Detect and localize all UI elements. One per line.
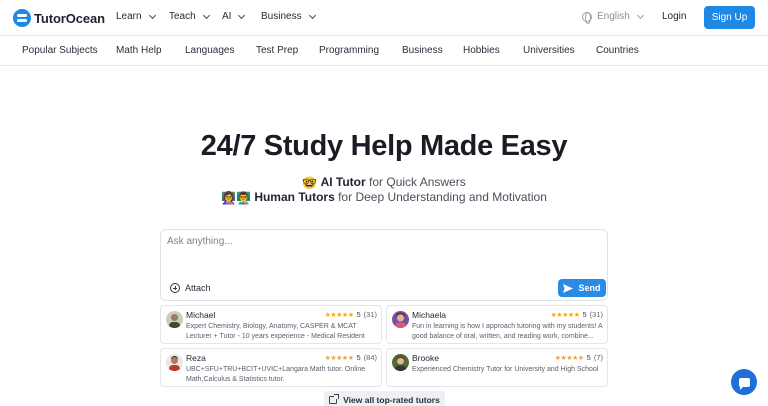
star-rating-icon: ★★★★★ [550,311,580,319]
review-count: (84) [363,353,377,362]
send-button[interactable]: Send [558,279,606,297]
avatar [392,354,409,371]
tutor-description: Expert Chemistry, Biology, Anatomy, CASP… [186,323,365,340]
hero-title: 24/7 Study Help Made Easy [200,130,568,162]
tutor-card[interactable]: Michaela ★★★★★ 5 (31) Fun in learning is… [386,305,608,344]
human-tutor-label: Human Tutors [254,190,335,204]
tutor-card[interactable]: Michael ★★★★★ 5 (31) Expert Chemistry, B… [160,305,382,344]
star-rating-icon: ★★★★★ [324,311,354,319]
menu-business[interactable]: Business [261,11,316,22]
menu-business-label: Business [261,11,302,22]
chat-button[interactable] [731,369,757,395]
subject-universities[interactable]: Universities [523,45,575,56]
human-tutor-text: for Deep Understanding and Motivation [334,190,547,204]
ai-tutor-label: AI Tutor [320,175,366,189]
send-icon [563,283,574,293]
ask-input[interactable] [167,236,597,247]
chevron-down-icon [636,11,644,19]
rating-value: 5 [356,353,361,362]
tutor-name: Michaela [412,310,447,320]
avatar [392,311,409,328]
tutor-description: UBC+SFU+TRU+BCIT+UVIC+Langara Math tutor… [186,366,366,383]
subject-programming[interactable]: Programming [319,45,379,56]
attach-label: Attach [185,283,211,293]
menu-ai[interactable]: AI [222,11,246,22]
subject-popular[interactable]: Popular Subjects [22,45,98,56]
ai-tutor-line: 🤓 AI Tutor for Quick Answers [0,175,768,190]
plus-circle-icon [170,283,180,293]
subject-math-help[interactable]: Math Help [116,45,162,56]
star-rating-icon: ★★★★★ [324,354,354,362]
chevron-down-icon [238,11,246,19]
logo-icon [13,9,31,27]
brand-logo[interactable]: TutorOcean [13,9,105,27]
subject-countries[interactable]: Countries [596,45,639,56]
tutor-card[interactable]: Brooke ★★★★★ 5 (7) Experienced Chemistry… [386,348,608,387]
ask-box: Attach Send [160,229,608,301]
menu-ai-label: AI [222,11,232,22]
subject-hobbies[interactable]: Hobbies [463,45,500,56]
language-selector[interactable]: English [582,11,644,24]
teacher-icon: 👩‍🏫👨‍🏫 [221,191,251,205]
chat-icon [738,377,750,390]
tutor-name: Brooke [412,353,439,363]
tutor-description: Fun in learning is how I approach tutori… [412,323,603,340]
chevron-down-icon [308,11,316,19]
tutor-name: Reza [186,353,206,363]
rating-value: 5 [586,353,591,362]
tutor-rating: ★★★★★ 5 (7) [555,353,603,362]
menu-teach[interactable]: Teach [169,11,210,22]
login-link[interactable]: Login [662,11,686,22]
tutor-name: Michael [186,310,216,320]
chevron-down-icon [202,11,210,19]
attach-button[interactable]: Attach [170,283,211,293]
menu-learn[interactable]: Learn [116,11,156,22]
tutor-rating: ★★★★★ 5 (84) [325,353,377,362]
subject-test-prep[interactable]: Test Prep [256,45,298,56]
star-rating-icon: ★★★★★ [554,354,584,362]
ai-tutor-text: for Quick Answers [365,175,466,189]
language-label: English [597,11,630,22]
nerd-face-icon: 🤓 [302,176,318,190]
tutor-description: Experienced Chemistry Tutor for Universi… [412,366,599,373]
brand-name: TutorOcean [34,10,105,26]
external-link-icon [329,393,340,404]
review-count: (31) [589,310,603,319]
avatar [166,354,183,371]
subject-business[interactable]: Business [402,45,443,56]
view-all-tutors-button[interactable]: View all top-rated tutors [324,391,445,406]
globe-icon [582,11,592,24]
rating-value: 5 [356,310,361,319]
review-count: (7) [593,353,603,362]
signup-button[interactable]: Sign Up [704,6,755,29]
subject-languages[interactable]: Languages [185,45,235,56]
human-tutor-line: 👩‍🏫👨‍🏫 Human Tutors for Deep Understandi… [0,190,768,205]
subject-bar: Popular Subjects Math Help Languages Tes… [0,37,768,66]
tutor-rating: ★★★★★ 5 (31) [325,310,377,319]
menu-teach-label: Teach [169,11,196,22]
avatar [166,311,183,328]
tutor-card[interactable]: Reza ★★★★★ 5 (84) UBC+SFU+TRU+BCIT+UVIC+… [160,348,382,387]
rating-value: 5 [582,310,587,319]
send-label: Send [578,283,601,293]
review-count: (31) [363,310,377,319]
view-all-label: View all top-rated tutors [343,394,440,405]
chevron-down-icon [148,11,156,19]
top-nav: TutorOcean Learn Teach AI Business Engli… [0,0,768,36]
menu-learn-label: Learn [116,11,142,22]
tutor-rating: ★★★★★ 5 (31) [551,310,603,319]
